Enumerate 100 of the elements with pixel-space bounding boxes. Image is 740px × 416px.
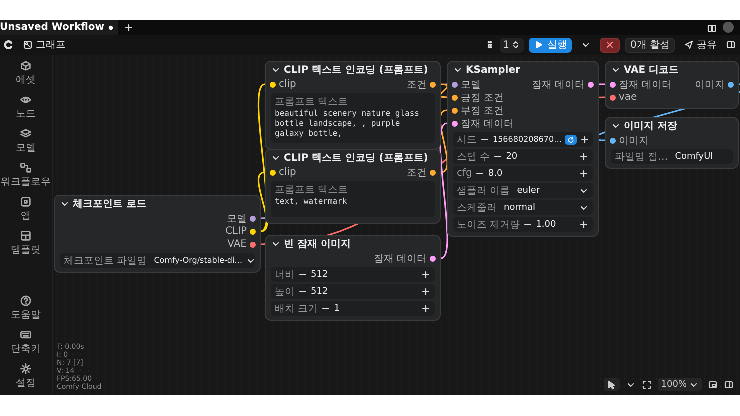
number-input[interactable]: 시드 156680208670… — [453, 132, 593, 147]
sidebar-item[interactable]: 설정 — [16, 362, 36, 391]
input-socket[interactable] — [610, 138, 616, 144]
run-button[interactable]: 실행 — [529, 38, 572, 52]
output-label: 이미지 — [695, 78, 725, 92]
output-socket[interactable] — [250, 216, 256, 222]
zoom-button[interactable]: 100% — [658, 378, 702, 391]
plus-icon[interactable] — [579, 220, 589, 230]
minimap-icon[interactable] — [708, 380, 718, 390]
book-icon[interactable] — [707, 22, 717, 32]
logo-icon[interactable] — [4, 40, 14, 50]
output-label: VAE — [228, 239, 247, 250]
new-tab-icon[interactable] — [124, 22, 134, 32]
keyboard-icon — [20, 329, 32, 341]
output-socket[interactable] — [430, 256, 436, 262]
dropdown-field[interactable]: 체크포인트 파일명 Comfy-Org/stable-di… — [60, 253, 255, 268]
settings-icon — [20, 363, 32, 375]
eye-icon — [20, 94, 32, 106]
node-title: VAE 디코드 — [624, 64, 680, 77]
node-card[interactable]: CLIP 텍스트 인코딩 (프롬프트) clip 조건 프롬프트 텍스트 text, watermark — [265, 149, 441, 224]
number-input[interactable]: 너비 512 — [271, 267, 435, 282]
sidebar-item[interactable]: 워크플로우 — [1, 161, 51, 190]
output-socket[interactable] — [728, 82, 734, 88]
output-socket[interactable] — [430, 170, 436, 176]
output-socket[interactable] — [430, 82, 436, 88]
number-input[interactable]: 높이 512 — [271, 284, 435, 299]
dropdown-field[interactable]: 스케줄러 normal — [453, 200, 593, 215]
output-label: 조건 — [407, 166, 427, 180]
help-icon — [20, 295, 32, 307]
play-icon — [534, 40, 544, 50]
input-label: 모델 — [461, 78, 481, 92]
graph-menu-button[interactable]: 그래프 — [19, 38, 70, 52]
input-label: 부정 조건 — [461, 104, 504, 118]
number-input[interactable]: 스텝 수 20 — [453, 149, 593, 164]
input-socket[interactable] — [452, 120, 458, 126]
node-title: KSampler — [466, 64, 520, 76]
share-button[interactable]: 공유 — [680, 38, 721, 52]
output-label: CLIP — [225, 226, 247, 237]
sidebar-item[interactable]: 도움말 — [11, 294, 41, 323]
node-title: 체크포인트 로드 — [73, 198, 146, 211]
input-label: 잠재 데이터 — [619, 78, 672, 92]
input-label: clip — [279, 79, 296, 90]
input-label: 잠재 데이터 — [461, 118, 514, 130]
plus-icon[interactable] — [421, 286, 431, 296]
close-icon — [605, 40, 616, 50]
plus-icon[interactable] — [421, 270, 431, 280]
number-input[interactable]: 노이즈 제거량 1.00 — [453, 217, 593, 232]
panel-toggle-icon[interactable] — [726, 40, 736, 50]
plus-icon[interactable] — [579, 152, 589, 162]
batch-count-field[interactable]: 1 — [500, 38, 524, 52]
plus-icon[interactable] — [421, 304, 431, 314]
node-card[interactable]: KSampler 모델 잠재 데이터 긍정 조건 부정 조건 잠재 데이터 시드 156680208670… 스텝 수 20 cfg 8.0 샘플러 이름 euler 스케줄러 normal 노이즈 제거량 1.00 — [447, 61, 599, 237]
plus-icon[interactable] — [580, 134, 590, 144]
node-card[interactable]: VAE 디코드 잠재 데이터 이미지 vae — [605, 61, 739, 109]
output-socket[interactable] — [588, 82, 594, 88]
output-socket[interactable] — [250, 228, 256, 234]
plus-icon[interactable] — [579, 168, 589, 178]
sidebar-item[interactable]: 단축키 — [11, 328, 41, 357]
input-socket[interactable] — [270, 82, 276, 88]
sidebar-item[interactable]: 템플릿 — [11, 229, 41, 258]
output-socket[interactable] — [250, 242, 256, 248]
template-icon — [20, 230, 32, 242]
text-field[interactable]: 파일명 접… ComfyUI — [611, 149, 733, 164]
avatar-icon[interactable] — [723, 22, 734, 33]
node-card[interactable]: 빈 잠재 이미지 잠재 데이터 너비 512 높이 512 배치 크기 1 — [265, 235, 441, 321]
send-icon — [684, 40, 694, 50]
cube-icon — [20, 60, 32, 72]
node-title: CLIP 텍스트 인코딩 (프롬프트) — [284, 152, 428, 165]
input-label: 이미지 — [619, 134, 649, 148]
dropdown-field[interactable]: 샘플러 이름 euler — [453, 183, 593, 198]
sidebar-item[interactable]: 노드 — [16, 93, 36, 122]
refresh-icon[interactable] — [565, 134, 578, 144]
fit-view-icon[interactable] — [642, 380, 652, 390]
input-socket[interactable] — [452, 82, 458, 88]
sidebar-item[interactable]: 에셋 — [16, 59, 36, 88]
pointer-tool-button[interactable] — [604, 378, 620, 391]
pointer-icon — [607, 380, 618, 390]
sidebar-item[interactable]: 앱 — [20, 195, 32, 224]
output-label: 잠재 데이터 — [374, 252, 427, 266]
node-card[interactable]: 이미지 저장 이미지 파일명 접… ComfyUI — [605, 117, 739, 169]
input-socket[interactable] — [270, 170, 276, 176]
input-socket[interactable] — [610, 82, 616, 88]
workflow-icon — [20, 162, 32, 174]
prompt-textarea[interactable]: 프롬프트 텍스트 beautiful scenery nature glass bottle landscape, , purple galaxy bottle, — [271, 93, 435, 143]
active-jobs-button[interactable]: 0개 활성 — [625, 38, 675, 52]
stop-button[interactable] — [600, 38, 620, 52]
number-input[interactable]: 배치 크기 1 — [271, 301, 435, 316]
output-label: 잠재 데이터 — [532, 78, 585, 92]
workflow-tab[interactable]: Unsaved Workflow — [0, 20, 118, 35]
prompt-textarea[interactable]: 프롬프트 텍스트 text, watermark — [271, 181, 435, 217]
node-card[interactable]: 체크포인트 로드 모델 CLIP VAE 체크포인트 파일명 Comfy-Org/stable-di… — [54, 195, 261, 273]
spinner-icon — [511, 40, 522, 50]
node-card[interactable]: CLIP 텍스트 인코딩 (프롬프트) clip 조건 프롬프트 텍스트 beautiful scenery nature glass bottle landscape, , purple galaxy bottle, — [265, 61, 441, 150]
number-input[interactable]: cfg 8.0 — [453, 166, 593, 181]
app-icon — [20, 196, 32, 208]
input-socket[interactable] — [610, 94, 616, 100]
panel-icon[interactable] — [724, 380, 734, 390]
input-socket[interactable] — [452, 94, 458, 100]
input-socket[interactable] — [452, 108, 458, 114]
sidebar-item[interactable]: 모델 — [16, 127, 36, 156]
